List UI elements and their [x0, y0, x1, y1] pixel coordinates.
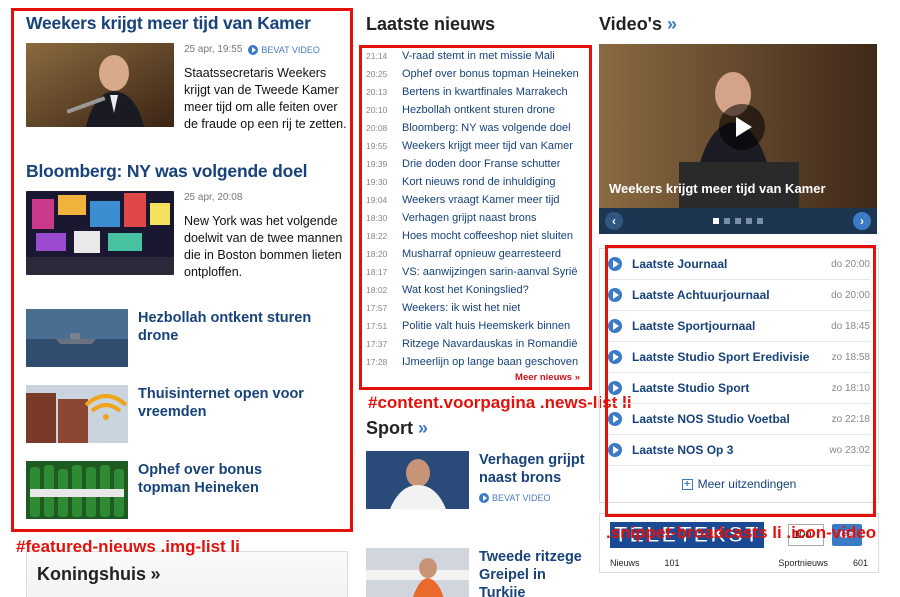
video-player[interactable]: Weekers krijgt meer tijd van Kamer ‹ › — [599, 44, 877, 234]
videos-arrow: » — [667, 14, 678, 34]
video-carousel-bar: ‹ › — [599, 208, 877, 234]
cycling-photo — [366, 548, 469, 597]
teletekst-link[interactable]: Sportnieuws 601 — [778, 558, 868, 568]
sport-heading[interactable]: Sport » — [366, 418, 428, 439]
annotation-box-broadcasts — [605, 245, 876, 517]
carousel-dot[interactable] — [724, 218, 730, 224]
videos-heading-label: Video's — [599, 14, 662, 34]
carousel-dot[interactable] — [746, 218, 752, 224]
next-arrow-icon[interactable]: › — [853, 212, 871, 230]
videos-heading[interactable]: Video's » — [599, 0, 879, 44]
play-button[interactable] — [719, 104, 765, 150]
video-badge-label: BEVAT VIDEO — [492, 493, 551, 503]
sport-arrow: » — [418, 418, 429, 438]
sport-title-2[interactable]: Tweede ritzege Greipel in Turkije — [479, 549, 582, 597]
carousel-dot[interactable] — [713, 218, 719, 224]
sport-title-1[interactable]: Verhagen grijpt naast brons — [479, 452, 585, 486]
video-caption[interactable]: Weekers krijgt meer tijd van Kamer — [609, 181, 826, 196]
sport-item[interactable]: Tweede ritzege Greipel in Turkije — [366, 548, 589, 597]
judo-photo — [366, 451, 469, 509]
prev-arrow-icon[interactable]: ‹ — [605, 212, 623, 230]
carousel-dot[interactable] — [757, 218, 763, 224]
teletekst-links: Nieuws 101 Sportnieuws 601 — [610, 558, 868, 568]
annotation-box-featured — [11, 8, 353, 532]
teletekst-widget: TELETEKST Ga Nieuws 101 Sportnieuws 601 — [599, 513, 879, 573]
annotation-label-featured: #featured-nieuws .img-list li — [16, 537, 240, 556]
play-icon — [479, 493, 489, 503]
carousel-dots — [713, 218, 763, 224]
sport-item[interactable]: Verhagen grijpt naast brons BEVAT VIDEO — [366, 451, 589, 509]
teletekst-link[interactable]: Nieuws 101 — [610, 558, 680, 568]
sport-heading-label: Sport — [366, 418, 413, 438]
annotation-label-news: #content.voorpagina .news-list li — [368, 393, 632, 412]
annotation-box-news — [359, 45, 592, 390]
koningshuis-header[interactable]: Koningshuis » — [26, 551, 348, 597]
annotation-label-broadcasts: .snippet-broadcasts li .icon-video — [606, 523, 877, 542]
video-badge[interactable]: BEVAT VIDEO — [479, 493, 551, 503]
carousel-dot[interactable] — [735, 218, 741, 224]
latest-news-heading: Laatste nieuws — [366, 14, 496, 34]
koningshuis-arrow: » — [150, 564, 161, 584]
koningshuis-label: Koningshuis — [37, 564, 146, 584]
